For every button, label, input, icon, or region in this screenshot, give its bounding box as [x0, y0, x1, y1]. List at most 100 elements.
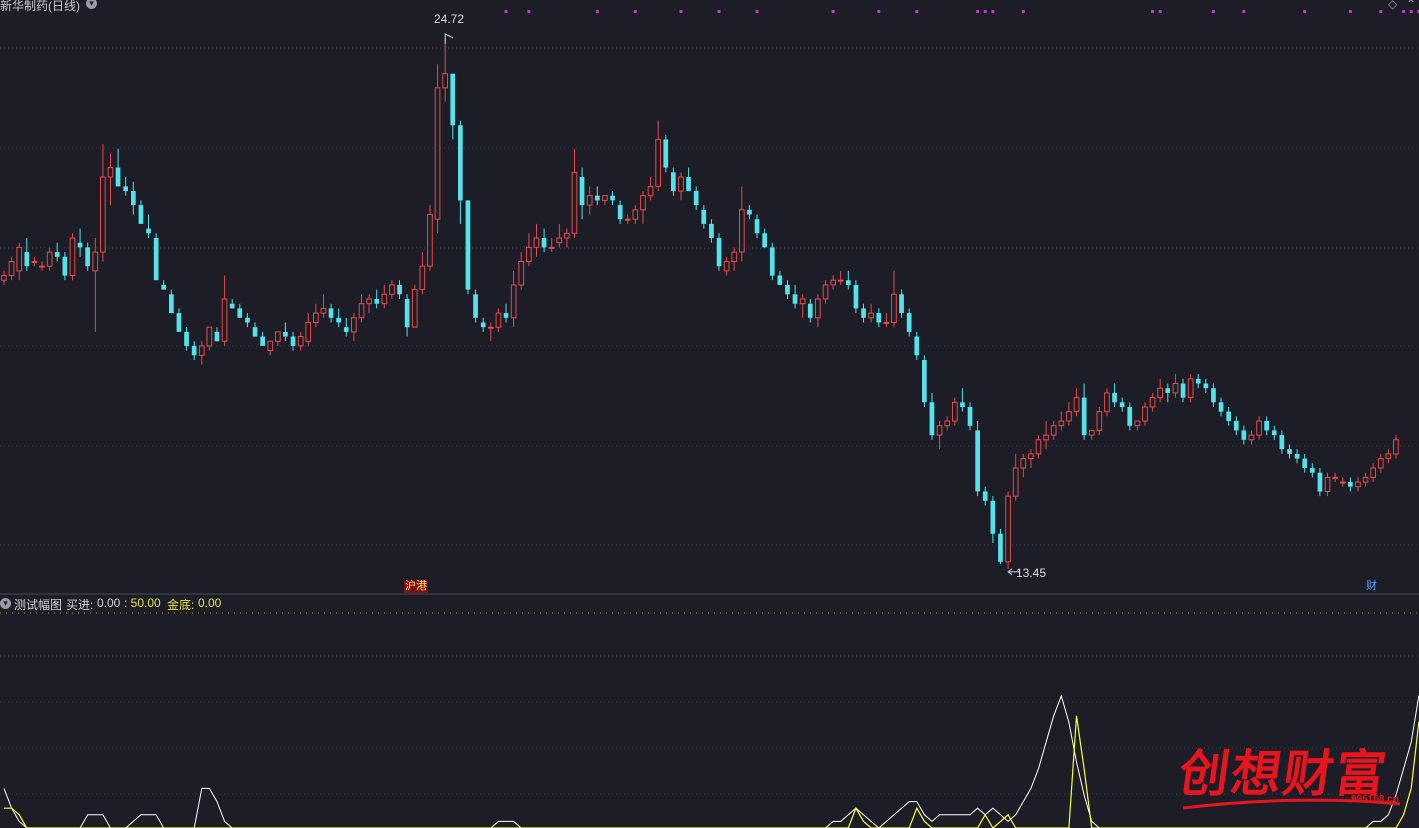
candle-body-up: [1149, 397, 1156, 408]
signal-marker: [1158, 10, 1162, 13]
signal-marker: [527, 10, 531, 13]
candle-body-up: [1066, 411, 1072, 422]
candle-body-up: [632, 209, 639, 220]
candle-body-down: [480, 322, 486, 328]
candle-body-up: [206, 326, 213, 347]
hk-connect-marker[interactable]: 沪港: [404, 580, 428, 593]
low-price-label: 13.45: [1016, 566, 1047, 580]
watermark-url: 995168.cn: [1351, 794, 1399, 805]
candle-body-down: [967, 407, 973, 426]
candle-body-up: [1012, 467, 1019, 497]
candle-body-down: [1081, 397, 1087, 436]
candle-body-up: [526, 246, 532, 262]
candle-body-down: [191, 345, 197, 356]
candle-body-up: [556, 237, 563, 244]
candle-body-down: [769, 247, 775, 276]
candle-body-down: [1279, 435, 1285, 450]
candle-body-down: [982, 491, 988, 501]
candle-body-up: [799, 298, 806, 305]
candle-body-up: [655, 138, 661, 187]
candle-body-down: [1226, 411, 1231, 421]
candle-body-up: [815, 298, 821, 319]
candle-body-down: [450, 73, 456, 126]
candle-body-up: [830, 279, 836, 286]
candle-body-up: [297, 336, 304, 347]
candle-body-up: [640, 195, 646, 211]
high-price-label: 24.72: [434, 12, 465, 26]
candle-body-down: [146, 228, 151, 234]
candle-body-down: [283, 331, 288, 337]
candle-body-up: [275, 331, 281, 342]
candle-body-down: [85, 247, 90, 267]
candle-body-up: [221, 298, 228, 342]
buy-label: 买进:: [66, 598, 94, 612]
candle-body-down: [686, 177, 691, 192]
candle-body-down: [1165, 388, 1171, 393]
candle-body-up: [442, 73, 448, 89]
candle-body-up: [411, 289, 418, 328]
candle-body-down: [237, 308, 243, 318]
candle-body-down: [1287, 449, 1292, 454]
candle-body-up: [198, 345, 205, 356]
candle-body-down: [176, 313, 182, 332]
candle-body-down: [792, 294, 798, 304]
gold-label: 金底:: [167, 598, 195, 612]
signal-marker: [679, 10, 683, 13]
finance-report-marker[interactable]: 财: [1365, 580, 1378, 593]
signal-marker: [1242, 10, 1246, 13]
candle-body-up: [1355, 481, 1361, 488]
candlestick-chart[interactable]: [0, 0, 1419, 828]
candle-body-up: [944, 420, 951, 427]
candle-body-down: [184, 331, 189, 346]
candle-body-up: [1362, 476, 1369, 483]
candle-body-up: [731, 251, 738, 263]
candle-body-down: [343, 327, 349, 332]
level-value: : 50.00: [124, 596, 161, 610]
candle-body-down: [906, 313, 912, 332]
high-arrow: [444, 33, 454, 44]
candle-body-up: [1377, 458, 1384, 469]
candle-body-up: [822, 284, 829, 300]
candle-body-down: [229, 303, 235, 309]
candle-body-down: [54, 252, 60, 257]
candle-body-down: [473, 294, 478, 318]
candle-body-down: [1294, 453, 1300, 459]
candle-body-down: [77, 242, 83, 248]
candle-body-down: [663, 139, 669, 168]
candle-body-up: [739, 209, 745, 253]
candle-body-down: [260, 336, 265, 346]
signal-marker: [831, 10, 835, 13]
candle-body-down: [747, 209, 752, 215]
candle-body-down: [1241, 430, 1247, 440]
candle-body-up: [571, 171, 578, 234]
candle-body-up: [488, 326, 494, 329]
candle-body-down: [914, 336, 920, 356]
candle-body-up: [837, 279, 844, 282]
candle-body-down: [617, 205, 623, 220]
signal-marker: [1402, 10, 1406, 13]
candle-body-down: [465, 200, 471, 290]
candle-body-up: [1020, 458, 1027, 469]
candle-body-up: [92, 251, 99, 272]
candle-body-up: [366, 298, 372, 305]
candle-body-down: [716, 238, 722, 267]
signal-marker: [877, 10, 881, 13]
signal-marker: [755, 10, 759, 13]
stock-chart-window: 新华制药(日线) ▾ ◇ ⌃ 24.72 13.45 沪港 财 ▾ 测试幅图 买…: [0, 0, 1419, 828]
candle-body-down: [1203, 383, 1209, 389]
candle-body-down: [754, 219, 760, 234]
candle-body-down: [975, 430, 980, 492]
candle-body-down: [899, 294, 904, 314]
candle-body-up: [69, 237, 76, 276]
diamond-icon[interactable]: ◇: [1388, 0, 1397, 11]
candle-body-down: [1218, 402, 1224, 412]
signal-marker: [976, 10, 980, 13]
candle-body-down: [1127, 407, 1133, 426]
candle-body-down: [1310, 468, 1315, 473]
candle-body-down: [1317, 472, 1323, 492]
candle-body-up: [1, 275, 7, 281]
candle-body-up: [1142, 406, 1148, 422]
chevron-up-icon[interactable]: ⌃: [1406, 0, 1416, 11]
candle-body-down: [1302, 458, 1308, 468]
indicator-dropdown-icon[interactable]: ▾: [0, 598, 11, 609]
